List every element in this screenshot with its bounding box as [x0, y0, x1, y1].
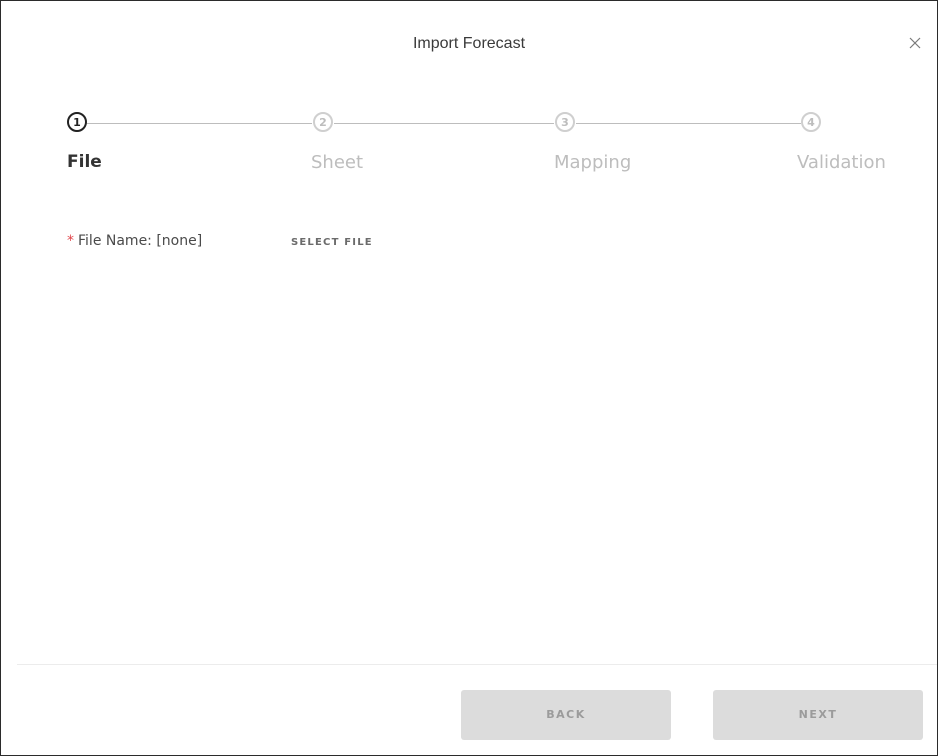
step-connector: [334, 123, 554, 124]
file-name-label: File Name: [none]: [78, 233, 203, 249]
step-4-label: Validation: [797, 152, 886, 173]
step-2-circle: 2: [313, 112, 333, 132]
footer-divider: [17, 664, 937, 665]
import-dialog: Import Forecast 1 File 2 Sheet 3 Mapping…: [0, 0, 938, 756]
next-button[interactable]: NEXT: [713, 690, 923, 740]
file-name-field: * File Name: [none]: [67, 233, 202, 249]
step-3-label: Mapping: [554, 152, 632, 173]
stepper: 1 File 2 Sheet 3 Mapping 4 Validation: [1, 1, 937, 201]
step-1-label: File: [67, 152, 102, 172]
back-button[interactable]: BACK: [461, 690, 671, 740]
step-1-circle: 1: [67, 112, 87, 132]
step-connector: [576, 123, 801, 124]
step-4-circle: 4: [801, 112, 821, 132]
step-2-label: Sheet: [311, 152, 364, 173]
select-file-button[interactable]: SELECT FILE: [291, 237, 373, 248]
step-connector: [87, 123, 312, 124]
step-3-circle: 3: [555, 112, 575, 132]
required-marker: *: [67, 233, 74, 249]
